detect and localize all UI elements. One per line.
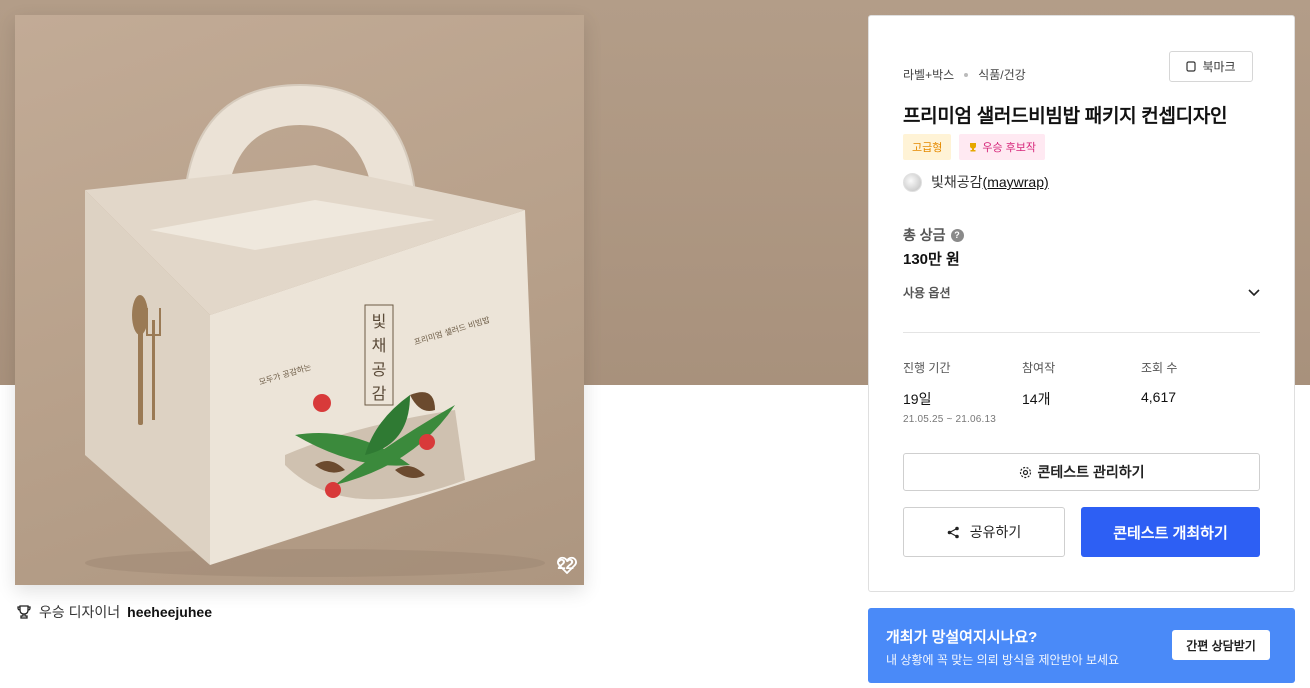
manage-contest-button[interactable]: 콘테스트 관리하기 — [903, 453, 1260, 491]
brand-char-2: 채 — [372, 336, 387, 355]
contest-detail-card: 라벨+박스 식품/건강 북마크 프리미엄 샐러드비빔밥 패키지 컨셉디자인 고급… — [868, 15, 1295, 592]
product-image[interactable]: 빛 채 공 감 모두가 공감하는 프리미엄 샐러드 비빔밥 22 — [15, 15, 584, 585]
tag-award-label: 우승 후보작 — [982, 142, 1037, 154]
prize-label: 총 상금 ? — [903, 225, 964, 245]
stat-value: 4,617 — [1141, 389, 1177, 405]
host-id-link[interactable]: (maywrap) — [983, 174, 1049, 190]
brand-char-4: 감 — [372, 384, 387, 403]
consult-title: 개최가 망설여지시나요? — [886, 629, 1038, 646]
options-label: 사용 옵션 — [903, 286, 951, 300]
winner-prefix: 우승 디자이너 — [39, 604, 121, 620]
prize-label-text: 총 상금 — [903, 227, 946, 243]
manage-contest-label: 콘테스트 관리하기 — [1037, 464, 1145, 480]
share-icon — [947, 526, 959, 538]
prize-value: 130만 원 — [903, 251, 960, 268]
stat-value: 19일 — [903, 391, 932, 407]
consult-banner: 개최가 망설여지시나요? 내 상황에 꼭 맞는 의뢰 방식을 제안받아 보세요 … — [868, 608, 1295, 683]
breadcrumb-item-category[interactable]: 라벨+박스 — [903, 66, 954, 83]
stat-label: 참여작 — [1022, 361, 1056, 375]
stat-date-range: 21.05.25 ~ 21.06.13 — [903, 414, 997, 425]
stat-label: 진행 기간 — [903, 361, 951, 375]
like-counter[interactable]: 22 — [557, 556, 578, 574]
consult-button[interactable]: 간편 상담받기 — [1172, 630, 1270, 660]
chevron-down-icon — [1248, 288, 1260, 296]
contest-title: 프리미엄 샐러드비빔밥 패키지 컨셉디자인 — [903, 106, 1228, 127]
stat-views: 조회 수 4,617 — [1141, 359, 1260, 425]
tag-list: 고급형 우승 후보작 — [903, 134, 1046, 160]
gear-icon — [1019, 466, 1031, 478]
contest-stats: 진행 기간 19일 21.05.25 ~ 21.06.13 참여작 14개 조회… — [903, 359, 1263, 425]
share-label: 공유하기 — [969, 524, 1022, 540]
host-contest-button[interactable]: 콘테스트 개최하기 — [1081, 507, 1260, 557]
brand-char-1: 빛 — [372, 312, 387, 331]
winner-name[interactable]: heeheejuhee — [127, 604, 212, 620]
consult-subtitle: 내 상황에 꼭 맞는 의뢰 방식을 제안받아 보세요 — [886, 653, 1120, 667]
bookmark-button[interactable]: 북마크 — [1169, 51, 1253, 82]
host-name: 빛채공감 — [931, 174, 983, 190]
brand-char-3: 공 — [372, 360, 387, 379]
tag-premium: 고급형 — [903, 134, 952, 160]
breadcrumb: 라벨+박스 식품/건강 — [903, 66, 1026, 83]
share-button[interactable]: 공유하기 — [903, 507, 1065, 557]
tag-award-candidate: 우승 후보작 — [959, 134, 1046, 160]
bookmark-icon — [1186, 61, 1197, 72]
host-info: 빛채공감(maywrap) — [903, 172, 1049, 192]
breadcrumb-separator — [964, 72, 969, 77]
heart-icon — [557, 556, 578, 574]
stat-entries: 참여작 14개 — [1022, 359, 1141, 425]
stat-label: 조회 수 — [1141, 361, 1178, 375]
divider — [903, 332, 1260, 333]
trophy-icon — [17, 605, 31, 619]
stat-value: 14개 — [1022, 391, 1051, 407]
winner-designer: 우승 디자이너 heeheejuhee — [16, 602, 212, 622]
trophy-icon — [970, 143, 977, 152]
options-toggle[interactable]: 사용 옵션 — [903, 284, 1261, 301]
box-illustration: 빛 채 공 감 모두가 공감하는 프리미엄 샐러드 비빔밥 — [85, 83, 545, 577]
host-avatar[interactable] — [903, 172, 922, 192]
bookmark-label: 북마크 — [1202, 60, 1236, 74]
help-icon[interactable]: ? — [950, 228, 964, 242]
breadcrumb-item-subcategory[interactable]: 식품/건강 — [978, 66, 1026, 83]
stat-duration: 진행 기간 19일 21.05.25 ~ 21.06.13 — [903, 359, 1022, 425]
